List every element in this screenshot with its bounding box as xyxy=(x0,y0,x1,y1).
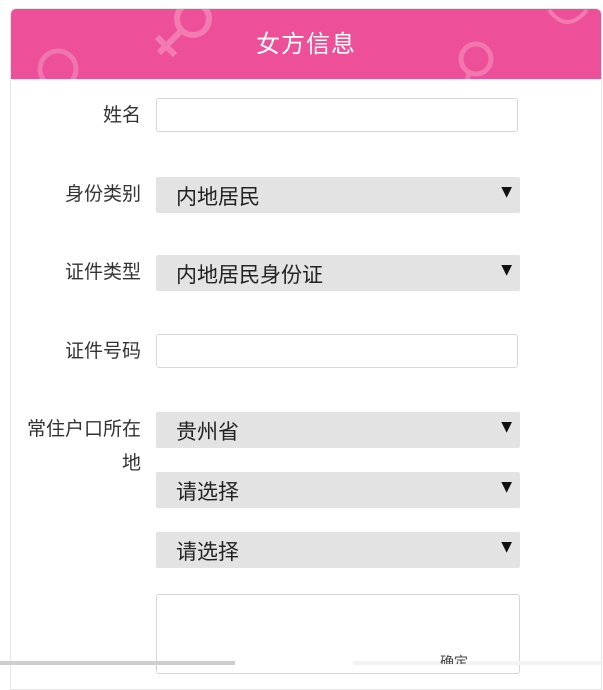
bottom-bar-segment-left xyxy=(0,661,235,665)
identity-category-value: 内地居民 xyxy=(176,185,260,209)
id-type-value: 内地居民身份证 xyxy=(176,263,323,287)
province-select[interactable]: 贵州省 ▼ xyxy=(156,412,520,448)
chevron-down-icon: ▼ xyxy=(501,479,512,495)
name-label: 姓名 xyxy=(102,104,141,126)
bottom-button-bar: 确定 xyxy=(0,655,603,665)
female-symbol-icon xyxy=(458,41,494,79)
identity-category-select[interactable]: 内地居民 ▼ xyxy=(156,177,520,213)
female-symbol-icon xyxy=(154,9,212,58)
province-value: 贵州省 xyxy=(176,420,239,444)
name-input[interactable] xyxy=(156,98,518,132)
city-select[interactable]: 请选择 ▼ xyxy=(156,472,520,508)
id-type-label: 证件类型 xyxy=(64,261,141,283)
chevron-down-icon: ▼ xyxy=(501,539,512,555)
id-type-select[interactable]: 内地居民身份证 ▼ xyxy=(156,255,520,291)
chevron-down-icon: ▼ xyxy=(501,184,512,200)
female-symbol-icon xyxy=(37,48,79,79)
bottom-bar-segment-right[interactable] xyxy=(353,661,603,665)
district-value: 请选择 xyxy=(176,540,239,564)
bottom-bar-segment-middle xyxy=(235,661,353,665)
female-info-card: 女方信息 姓名 身份类别 内地居民 ▼ 证件类型 内地居民身份证 ▼ 证件号码 … xyxy=(10,8,602,690)
chevron-down-icon: ▼ xyxy=(501,419,512,435)
residence-label: 常住户口所在地 xyxy=(26,418,141,474)
section-header: 女方信息 xyxy=(11,9,601,79)
identity-category-label: 身份类别 xyxy=(64,183,141,205)
section-title: 女方信息 xyxy=(256,30,356,58)
district-select[interactable]: 请选择 ▼ xyxy=(156,532,520,568)
confirm-button-label[interactable]: 确定 xyxy=(440,654,468,664)
id-number-label: 证件号码 xyxy=(64,340,141,362)
female-symbol-icon xyxy=(547,9,589,24)
city-value: 请选择 xyxy=(176,480,239,504)
id-number-input[interactable] xyxy=(156,334,518,368)
chevron-down-icon: ▼ xyxy=(501,262,512,278)
